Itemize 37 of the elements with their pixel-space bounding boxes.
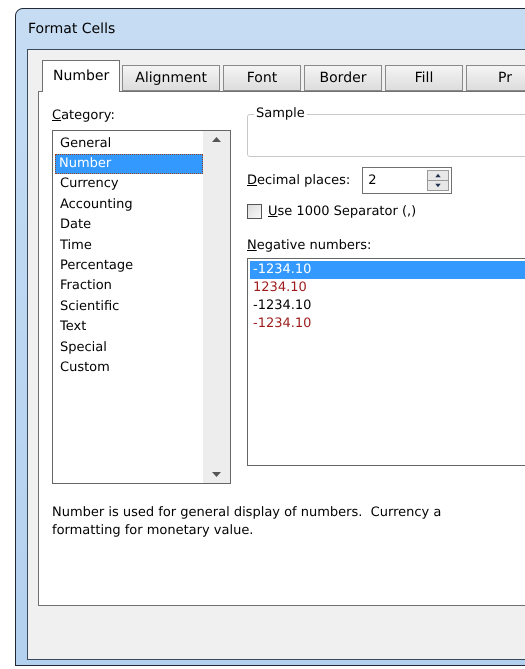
category-item[interactable]: Date [55,215,203,236]
category-item[interactable]: Fraction [55,276,203,297]
category-item[interactable]: Custom [55,358,203,378]
category-item[interactable]: Text [55,317,203,338]
negative-numbers-label: Negative numbers: [247,238,372,252]
scrollbar[interactable] [203,130,230,482]
category-item[interactable]: Percentage [55,256,203,276]
category-item[interactable]: Scientific [55,296,203,318]
category-item[interactable]: Special [55,338,203,358]
separator-checkbox[interactable] [247,204,262,220]
scroll-up-icon[interactable] [212,136,221,142]
category-item[interactable]: General [55,134,203,154]
decimal-places-spinner[interactable]: 2 [362,167,452,194]
negative-numbers-list[interactable]: -1234.10 1234.10 -1234.10 -1234.10 [247,258,525,466]
category-item[interactable]: Currency [55,174,203,195]
decimal-places-value: 2 [367,172,378,190]
tab[interactable]: Border [304,65,382,91]
scroll-down-icon[interactable] [212,472,221,476]
tab[interactable]: Fill [384,65,463,91]
description-text: Number is used for general display of numbers. Currency a [52,504,442,522]
tab[interactable]: Alignment [122,65,220,91]
category-item[interactable]: Accounting [55,194,203,216]
negative-number-item[interactable]: -1234.10 [250,297,525,315]
tab[interactable]: Font [222,65,301,91]
sample-label: Sample [254,106,307,122]
separator-label: Use 1000 Separator (,) [268,203,416,221]
negative-number-item[interactable]: 1234.10 [250,279,525,297]
category-item[interactable]: Time [55,236,203,256]
negative-number-item[interactable]: -1234.10 [250,315,525,333]
window-title: Format Cells [28,20,116,38]
description-text: formatting for monetary value. [52,522,254,540]
category-list[interactable]: General Number Currency Accounting Date Time Percentage Fraction Scientific Text Special Custom [52,130,231,484]
category-label: Category: [52,107,116,125]
spin-down-icon[interactable] [428,180,448,190]
decimal-places-label: Decimal places: [247,172,350,190]
tab[interactable]: Number [42,60,120,92]
tab[interactable]: Pr [466,65,525,91]
